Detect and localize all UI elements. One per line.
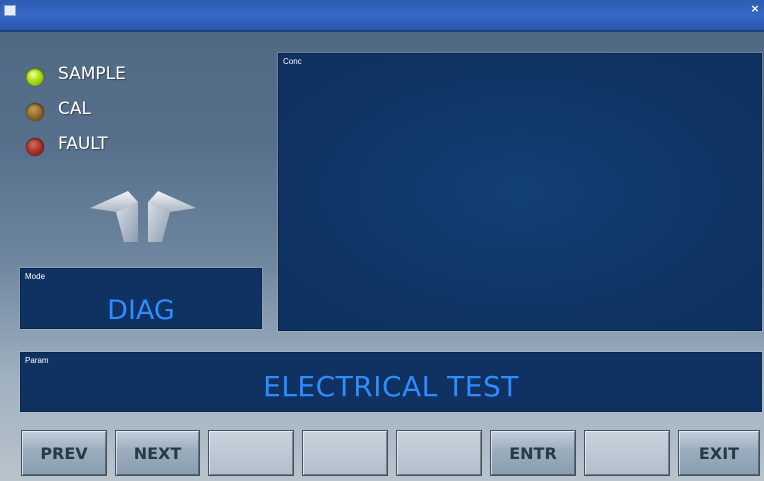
- led-cal-label: CAL: [58, 99, 91, 119]
- next-button[interactable]: NEXT: [115, 430, 200, 476]
- conc-label: Conc: [283, 57, 302, 66]
- enter-button[interactable]: ENTR: [490, 430, 576, 476]
- soft-button-3[interactable]: [208, 430, 294, 476]
- mode-value: DIAG: [107, 295, 175, 326]
- system-menu-icon[interactable]: [4, 5, 16, 16]
- instrument-window: × SAMPLE CAL FAULT Mode DIAG Conc Param …: [0, 0, 764, 481]
- exit-button[interactable]: EXIT: [678, 430, 760, 476]
- led-fault-icon: [26, 138, 44, 156]
- param-label: Param: [25, 356, 49, 365]
- company-logo-icon: [90, 191, 196, 242]
- prev-button[interactable]: PREV: [21, 430, 107, 476]
- concentration-display: Conc: [278, 53, 762, 331]
- close-button[interactable]: ×: [748, 2, 762, 16]
- soft-button-7[interactable]: [584, 430, 670, 476]
- led-sample-label: SAMPLE: [58, 64, 126, 84]
- led-cal-icon: [26, 103, 44, 121]
- soft-button-4[interactable]: [302, 430, 388, 476]
- title-bar: ×: [0, 0, 764, 32]
- param-value: ELECTRICAL TEST: [263, 370, 519, 403]
- led-fault-label: FAULT: [58, 134, 108, 154]
- soft-button-5[interactable]: [396, 430, 482, 476]
- mode-label: Mode: [25, 272, 46, 281]
- mode-display: Mode DIAG: [20, 268, 262, 329]
- led-sample-icon: [26, 68, 44, 86]
- param-display: Param ELECTRICAL TEST: [20, 352, 762, 412]
